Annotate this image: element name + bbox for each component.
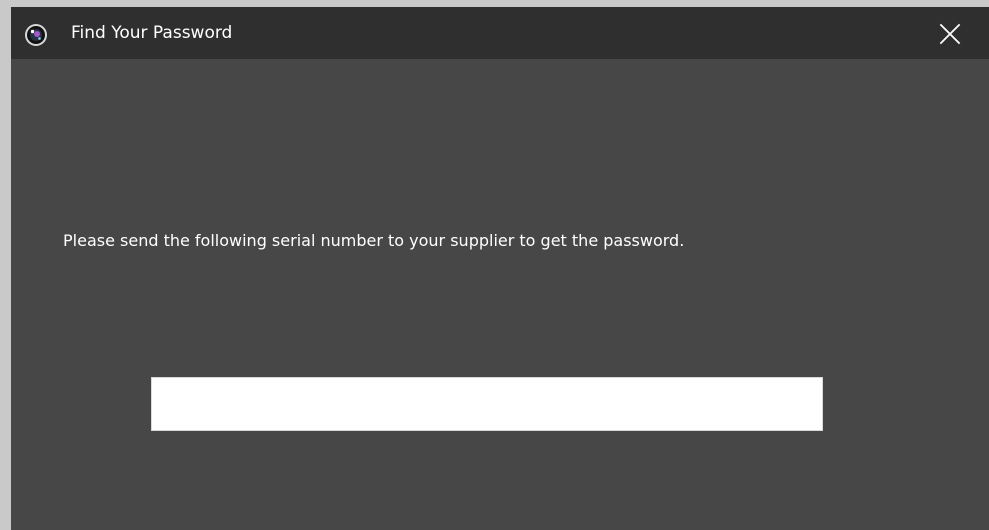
instruction-text: Please send the following serial number … [63,231,685,250]
camera-lens-icon [24,23,48,47]
find-password-dialog: Find Your Password Please send the follo… [11,7,989,530]
serial-number-field[interactable] [151,377,823,431]
titlebar: Find Your Password [11,7,989,59]
window-title: Find Your Password [71,23,233,43]
close-icon [939,23,961,45]
desktop-background: Find Your Password Please send the follo… [0,0,989,530]
close-button[interactable] [935,19,965,49]
